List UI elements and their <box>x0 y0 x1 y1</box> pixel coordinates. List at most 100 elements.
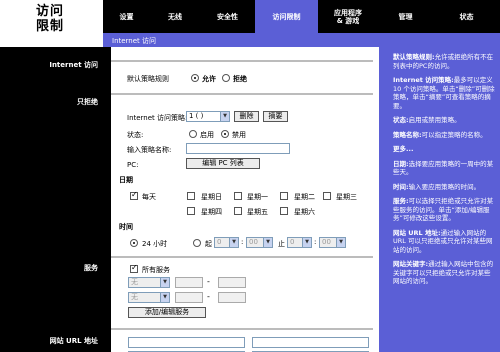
chevron-down-icon: ▼ <box>229 238 238 247</box>
from-hour-value: 0 <box>217 238 222 246</box>
24-hours-radio[interactable] <box>130 239 138 247</box>
service-port-start-2[interactable] <box>175 292 203 303</box>
chevron-down-icon: ▼ <box>160 293 169 302</box>
help-time: 时间:输入要应用策略的时间。 <box>393 183 495 192</box>
sunday-label: 星期日 <box>201 193 222 201</box>
tab-status[interactable]: 状态 <box>433 0 500 33</box>
help-more-label[interactable]: 更多... <box>393 145 413 153</box>
header: 访问 限制 设置 无线 安全性 访问限制 应用程序 & 游戏 管理 状态 Int… <box>0 0 500 47</box>
policy-select-value: 1 ( ) <box>189 112 204 120</box>
help-services: 服务:可以选择只拒绝或只允许对某些服务的访问。单击“添加/编辑服务”可修改这些设… <box>393 197 495 223</box>
main-content: 默认策略规则 允许 拒绝 Internet 访问策略: 1 ( ) ▼ 删除 摘… <box>111 47 379 352</box>
tab-wireless[interactable]: 无线 <box>150 0 200 33</box>
service-port-end-2[interactable] <box>218 292 246 303</box>
section-services: 服务 <box>0 261 111 276</box>
help-more-link[interactable]: 更多... <box>393 145 495 154</box>
to-hour-value: 0 <box>290 238 295 246</box>
thursday-checkbox[interactable] <box>187 207 195 215</box>
help-status-text: 启用或禁用策略。 <box>408 116 461 124</box>
tab-administration[interactable]: 管理 <box>378 0 433 33</box>
days-label: 日期 <box>119 176 133 184</box>
disable-label: 禁用 <box>232 131 246 139</box>
all-services-label: 所有服务 <box>142 266 170 274</box>
url-input-2[interactable] <box>252 337 369 348</box>
disable-radio[interactable] <box>221 130 229 138</box>
service-select-1-value: 无 <box>131 278 138 286</box>
enable-label: 启用 <box>200 131 214 139</box>
help-policy-name-text: 可以指定策略的名称。 <box>421 130 487 139</box>
deny-label: 拒绝 <box>233 75 247 83</box>
help-time-text: 输入要应用策略的时间。 <box>408 182 481 191</box>
service-select-2[interactable]: 无 ▼ <box>128 292 170 303</box>
help-policy-name-title: 策略名称: <box>393 130 422 139</box>
section-blocking: 只拒绝 <box>0 95 111 110</box>
service-port-start-1[interactable] <box>175 277 203 288</box>
help-website-keyword: 网站关键字:通过输入网站中包含的关键字可以只拒绝或只允许对某些网站的访问。 <box>393 260 495 286</box>
help-time-title: 时间: <box>393 182 409 191</box>
default-policy-label: 默认策略规则 <box>127 75 169 83</box>
allow-label: 允许 <box>202 75 216 83</box>
help-website-url: 网站 URL 地址:通过输入网站的 URL 可以只拒绝或只允许对某些网站的访问。 <box>393 229 495 255</box>
chevron-down-icon: ▼ <box>263 238 272 247</box>
everyday-checkbox[interactable] <box>130 190 138 200</box>
policy-name-input[interactable] <box>186 143 290 154</box>
time-separator: : <box>241 238 244 246</box>
deny-radio[interactable] <box>222 74 230 82</box>
url-input-1[interactable] <box>128 337 245 348</box>
divider <box>111 256 373 258</box>
enable-radio[interactable] <box>189 130 197 138</box>
saturday-checkbox[interactable] <box>280 207 288 215</box>
everyday-label: 每天 <box>142 193 156 201</box>
section-internet-access: Internet 访问 <box>0 58 111 73</box>
policy-select[interactable]: 1 ( ) ▼ <box>186 111 230 122</box>
summary-button[interactable]: 摘要 <box>263 111 288 122</box>
add-edit-service-button[interactable]: 添加/编辑服务 <box>128 307 206 318</box>
help-status-title: 状态: <box>393 116 409 124</box>
chevron-down-icon: ▼ <box>302 238 311 247</box>
to-minute-value: 00 <box>322 238 331 246</box>
help-default-policy-title: 默认策略规则: <box>393 53 435 61</box>
time-label: 时间 <box>119 223 133 231</box>
from-minute-select[interactable]: 00 ▼ <box>246 237 273 248</box>
sub-nav-bar: Internet 访问 <box>103 33 500 47</box>
edit-pc-list-button[interactable]: 编辑 PC 列表 <box>186 158 260 169</box>
help-policy-name: 策略名称:可以指定策略的名称。 <box>393 131 495 140</box>
help-days-text: 选择要应用策略的一周中的某些天。 <box>393 159 494 177</box>
monday-checkbox[interactable] <box>234 192 242 200</box>
tab-setup[interactable]: 设置 <box>103 0 150 33</box>
service-select-1[interactable]: 无 ▼ <box>128 277 170 288</box>
help-website-url-title: 网站 URL 地址: <box>393 228 441 237</box>
thursday-label: 星期四 <box>201 208 222 216</box>
to-hour-select[interactable]: 0 ▼ <box>287 237 312 248</box>
range-dash: - <box>207 277 210 286</box>
saturday-label: 星期六 <box>294 208 315 216</box>
time-separator: : <box>314 238 317 246</box>
section-label-column: Internet 访问 只拒绝 服务 网站 URL 地址 <box>0 47 111 352</box>
help-panel: 默认策略规则:允许或拒绝所有不在列表中的PC的访问。 Internet 访问策略… <box>379 47 500 352</box>
friday-checkbox[interactable] <box>234 207 242 215</box>
main-tab-bar: 设置 无线 安全性 访问限制 应用程序 & 游戏 管理 状态 <box>103 0 500 33</box>
chevron-down-icon: ▼ <box>336 238 345 247</box>
all-services-checkbox[interactable] <box>130 263 138 273</box>
range-dash: - <box>207 292 210 301</box>
subtab-internet-access[interactable]: Internet 访问 <box>112 36 156 46</box>
tab-access-restrictions[interactable]: 访问限制 <box>255 0 318 33</box>
24-hours-label: 24 小时 <box>142 240 168 248</box>
tuesday-checkbox[interactable] <box>280 192 288 200</box>
tab-applications-gaming[interactable]: 应用程序 & 游戏 <box>318 0 378 33</box>
help-services-title: 服务: <box>393 197 409 205</box>
divider <box>111 60 373 62</box>
tab-security[interactable]: 安全性 <box>200 0 255 33</box>
policy-label: Internet 访问策略: <box>127 114 188 122</box>
time-range-radio[interactable] <box>193 239 201 247</box>
help-status: 状态:启用或禁用策略。 <box>393 116 495 125</box>
sunday-checkbox[interactable] <box>187 192 195 200</box>
service-port-end-1[interactable] <box>218 277 246 288</box>
from-hour-select[interactable]: 0 ▼ <box>214 237 239 248</box>
delete-button[interactable]: 删除 <box>234 111 259 122</box>
wednesday-label: 星期三 <box>336 193 357 201</box>
to-minute-select[interactable]: 00 ▼ <box>319 237 346 248</box>
help-services-text: 可以选择只拒绝或只允许对某些服务的访问。单击“添加/编辑服务”可修改这些设置。 <box>393 197 494 222</box>
allow-radio[interactable] <box>191 74 199 82</box>
wednesday-checkbox[interactable] <box>323 192 331 200</box>
